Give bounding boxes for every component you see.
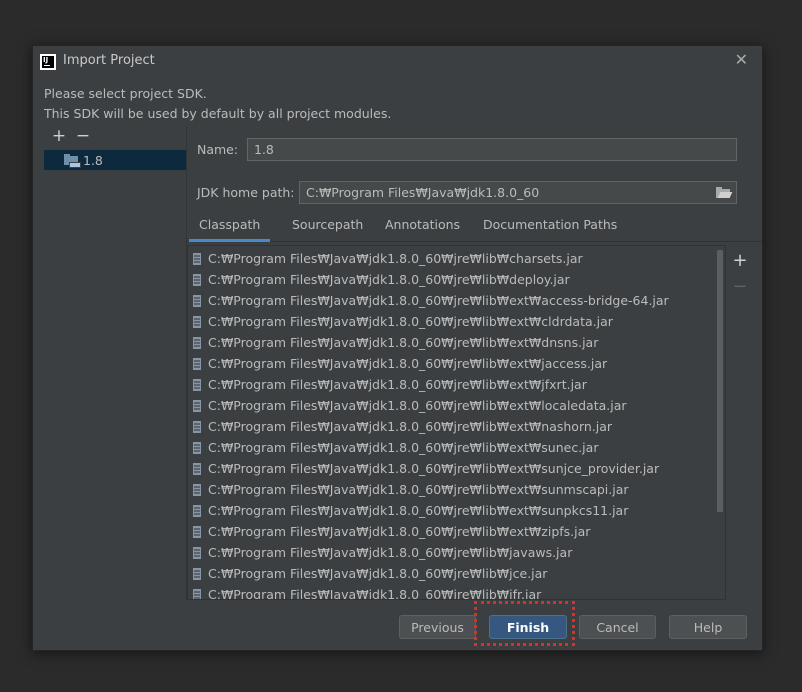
classpath-row[interactable]: C:₩Program Files₩Java₩jdk1.8.0_60₩jre₩li… (188, 395, 708, 416)
jar-file-icon (193, 399, 201, 412)
classpath-row[interactable]: C:₩Program Files₩Java₩jdk1.8.0_60₩jre₩li… (188, 584, 708, 600)
classpath-scrollbar[interactable] (716, 246, 724, 599)
classpath-row[interactable]: C:₩Program Files₩Java₩jdk1.8.0_60₩jre₩li… (188, 563, 708, 584)
classpath-row[interactable]: C:₩Program Files₩Java₩jdk1.8.0_60₩jre₩li… (188, 458, 708, 479)
classpath-entry: C:₩Program Files₩Java₩jdk1.8.0_60₩jre₩li… (208, 524, 591, 539)
name-label: Name: (197, 142, 239, 157)
jar-file-icon (193, 504, 201, 517)
tab-classpath[interactable]: Classpath (189, 215, 271, 242)
classpath-row[interactable]: C:₩Program Files₩Java₩jdk1.8.0_60₩jre₩li… (188, 437, 708, 458)
previous-button[interactable]: Previous (399, 615, 476, 639)
jar-file-icon (193, 546, 201, 559)
remove-sdk-button[interactable]: − (75, 126, 91, 146)
jar-file-icon (193, 441, 201, 454)
classpath-entry: C:₩Program Files₩Java₩jdk1.8.0_60₩jre₩li… (208, 587, 542, 600)
finish-button[interactable]: Finish (489, 615, 567, 639)
jar-file-icon (193, 588, 201, 599)
classpath-entry: C:₩Program Files₩Java₩jdk1.8.0_60₩jre₩li… (208, 503, 629, 518)
import-project-dialog: IJ Import Project ✕ Please select projec… (32, 45, 763, 651)
remove-path-button[interactable]: − (730, 277, 750, 303)
description-line-2: This SDK will be used by default by all … (44, 105, 392, 121)
add-sdk-button[interactable]: + (51, 126, 67, 146)
dialog-titlebar: IJ Import Project ✕ (33, 46, 762, 76)
close-icon[interactable]: ✕ (735, 51, 748, 69)
classpath-entry: C:₩Program Files₩Java₩jdk1.8.0_60₩jre₩li… (208, 377, 587, 392)
classpath-entry: C:₩Program Files₩Java₩jdk1.8.0_60₩jre₩li… (208, 545, 573, 560)
classpath-row[interactable]: C:₩Program Files₩Java₩jdk1.8.0_60₩jre₩li… (188, 290, 708, 311)
classpath-entry: C:₩Program Files₩Java₩jdk1.8.0_60₩jre₩li… (208, 461, 660, 476)
classpath-row[interactable]: C:₩Program Files₩Java₩jdk1.8.0_60₩jre₩li… (188, 416, 708, 437)
sdk-panel: + − 1.8 (44, 126, 186, 600)
jdk-home-path-value: C:₩Program Files₩Java₩jdk1.8.0_60 (306, 185, 540, 200)
tab-sourcepath[interactable]: Sourcepath (292, 215, 363, 239)
jdk-home-path-field[interactable]: C:₩Program Files₩Java₩jdk1.8.0_60 (299, 181, 737, 204)
sdk-list-item[interactable]: 1.8 (44, 150, 186, 170)
jar-file-icon (193, 567, 201, 580)
classpath-row[interactable]: C:₩Program Files₩Java₩jdk1.8.0_60₩jre₩li… (188, 353, 708, 374)
tab-annotations[interactable]: Annotations (385, 215, 460, 239)
cancel-button[interactable]: Cancel (579, 615, 656, 639)
dialog-title: Import Project (63, 53, 155, 68)
classpath-row[interactable]: C:₩Program Files₩Java₩jdk1.8.0_60₩jre₩li… (188, 542, 708, 563)
tab-documentation-paths[interactable]: Documentation Paths (483, 215, 617, 239)
classpath-entry: C:₩Program Files₩Java₩jdk1.8.0_60₩jre₩li… (208, 482, 629, 497)
classpath-row[interactable]: C:₩Program Files₩Java₩jdk1.8.0_60₩jre₩li… (188, 500, 708, 521)
add-path-button[interactable]: + (730, 251, 750, 277)
classpath-row[interactable]: C:₩Program Files₩Java₩jdk1.8.0_60₩jre₩li… (188, 479, 708, 500)
classpath-list: C:₩Program Files₩Java₩jdk1.8.0_60₩jre₩li… (187, 245, 726, 600)
sdk-details-panel: Name: 1.8 JDK home path: C:₩Program File… (187, 126, 762, 600)
classpath-row[interactable]: C:₩Program Files₩Java₩jdk1.8.0_60₩jre₩li… (188, 521, 708, 542)
jar-file-icon (193, 483, 201, 496)
name-field[interactable]: 1.8 (247, 138, 737, 161)
jar-file-icon (193, 273, 201, 286)
classpath-entry: C:₩Program Files₩Java₩jdk1.8.0_60₩jre₩li… (208, 419, 613, 434)
classpath-row[interactable]: C:₩Program Files₩Java₩jdk1.8.0_60₩jre₩li… (188, 374, 708, 395)
jar-file-icon (193, 462, 201, 475)
classpath-entry: C:₩Program Files₩Java₩jdk1.8.0_60₩jre₩li… (208, 272, 570, 287)
classpath-entry: C:₩Program Files₩Java₩jdk1.8.0_60₩jre₩li… (208, 566, 548, 581)
classpath-entry: C:₩Program Files₩Java₩jdk1.8.0_60₩jre₩li… (208, 440, 599, 455)
classpath-entry: C:₩Program Files₩Java₩jdk1.8.0_60₩jre₩li… (208, 335, 599, 350)
sdk-tabs: Classpath Sourcepath Annotations Documen… (187, 215, 762, 242)
jar-file-icon (193, 252, 201, 265)
jar-file-icon (193, 336, 201, 349)
sdk-list: 1.8 (44, 150, 186, 600)
jar-file-icon (193, 294, 201, 307)
jar-file-icon (193, 420, 201, 433)
classpath-entry: C:₩Program Files₩Java₩jdk1.8.0_60₩jre₩li… (208, 251, 583, 266)
jdk-home-path-label: JDK home path: (197, 185, 295, 200)
help-button[interactable]: Help (669, 615, 747, 639)
dialog-description: Please select project SDK. This SDK will… (44, 84, 391, 123)
intellij-app-icon: IJ (40, 54, 56, 70)
classpath-entry: C:₩Program Files₩Java₩jdk1.8.0_60₩jre₩li… (208, 398, 627, 413)
jar-file-icon (193, 525, 201, 538)
classpath-row[interactable]: C:₩Program Files₩Java₩jdk1.8.0_60₩jre₩li… (188, 269, 708, 290)
classpath-entry: C:₩Program Files₩Java₩jdk1.8.0_60₩jre₩li… (208, 314, 613, 329)
classpath-toolbar: + − (730, 251, 750, 303)
classpath-row[interactable]: C:₩Program Files₩Java₩jdk1.8.0_60₩jre₩li… (188, 332, 708, 353)
sdk-item-label: 1.8 (83, 152, 103, 168)
browse-folder-icon[interactable] (716, 187, 733, 198)
jar-file-icon (193, 315, 201, 328)
classpath-entry: C:₩Program Files₩Java₩jdk1.8.0_60₩jre₩li… (208, 356, 608, 371)
jar-file-icon (193, 378, 201, 391)
sdk-toolbar: + − (51, 126, 99, 148)
sdk-folder-icon (64, 154, 81, 168)
jar-file-icon (193, 357, 201, 370)
scrollbar-thumb[interactable] (717, 250, 723, 512)
classpath-row[interactable]: C:₩Program Files₩Java₩jdk1.8.0_60₩jre₩li… (188, 248, 708, 269)
classpath-row[interactable]: C:₩Program Files₩Java₩jdk1.8.0_60₩jre₩li… (188, 311, 708, 332)
description-line-1: Please select project SDK. (44, 86, 207, 101)
classpath-entry: C:₩Program Files₩Java₩jdk1.8.0_60₩jre₩li… (208, 293, 669, 308)
